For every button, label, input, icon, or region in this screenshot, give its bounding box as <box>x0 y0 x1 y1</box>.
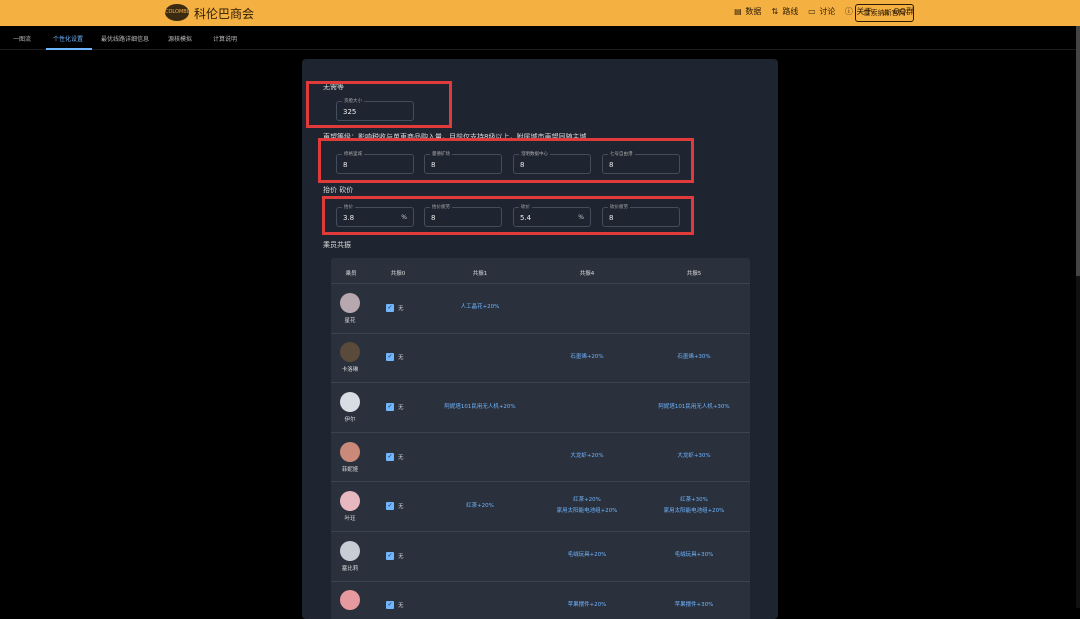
avatar <box>340 392 360 412</box>
res0-none-label: 无 <box>398 553 404 560</box>
resonance-cell-r4: 毛绒玩具+20% <box>567 552 607 559</box>
crew-name: 伊尔 <box>344 417 356 423</box>
resonance-cell-r5: 石墨烯+30% <box>677 353 711 360</box>
crew-name: 菲妮娅 <box>341 466 359 473</box>
resonance-cell-r5: 阿妮塔101民用无人机+30% <box>658 403 730 410</box>
res0-none-label: 无 <box>398 355 404 362</box>
tab-personal-settings[interactable]: 个性化设置 <box>53 34 83 43</box>
avatar <box>340 491 360 512</box>
resonance-cell-r4: 石墨烯+20% <box>570 353 604 360</box>
header-res5: 共振5 <box>686 271 702 277</box>
res0-none-label: 无 <box>398 405 404 411</box>
table-divider <box>331 431 750 433</box>
resonance-cell-r5: 红茶+30% 家用太阳能电池组+20% <box>663 497 725 515</box>
nav-label: 数据 <box>745 7 762 16</box>
table-divider <box>331 531 750 532</box>
resonance-cell-r4: 大龙虾+20% <box>570 453 604 460</box>
tab-best-route[interactable]: 最优线路详细信息 <box>101 34 149 43</box>
highlight-box-reputation <box>318 138 694 183</box>
table-divider <box>331 580 750 582</box>
nav-item-0[interactable]: ▤ 数据 <box>733 6 761 17</box>
res0-checkbox[interactable]: ✓ <box>386 502 394 511</box>
info-icon: ⓘ <box>844 7 853 16</box>
page-scrollbar[interactable] <box>1076 26 1080 608</box>
brand-logo[interactable]: COLOMBIA <box>165 4 192 21</box>
table-divider <box>331 481 750 483</box>
table-divider <box>331 382 750 384</box>
avatar <box>340 342 360 363</box>
res0-none-label: 无 <box>398 454 404 461</box>
highlight-box-bargain <box>322 196 694 235</box>
res0-checkbox[interactable]: ✓ <box>386 303 394 312</box>
crew-name: 星花 <box>344 317 356 324</box>
crew-name: 叶珏 <box>344 516 356 523</box>
res0-none-label: 无 <box>398 603 404 610</box>
tab-overview[interactable]: 一图流 <box>13 34 31 43</box>
res0-checkbox[interactable]: ✓ <box>386 403 394 411</box>
resonance-cell-r1: 红茶+20% <box>466 502 494 509</box>
route-icon: ⇅ <box>771 7 779 16</box>
res0-checkbox[interactable]: ✓ <box>386 551 394 560</box>
section-resonance-title: 乘员共振 <box>323 241 351 249</box>
active-tab-indicator <box>46 48 92 50</box>
avatar <box>340 441 360 462</box>
crew-name: 卡洛琳 <box>341 367 359 374</box>
brand-name[interactable]: 科伦巴商会 <box>194 5 254 22</box>
resonance-cell-r5: 毛绒玩具+30% <box>674 552 714 559</box>
scrollbar-thumb[interactable] <box>1076 26 1080 276</box>
avatar <box>340 292 360 313</box>
nav-label: 讨论 <box>819 7 836 16</box>
section-bargain-title: 抬价 砍价 <box>323 186 354 194</box>
resonance-cell-r1: 人工晶花+20% <box>460 304 500 311</box>
tab-core-sim[interactable]: 源核模拟 <box>168 34 192 43</box>
res0-checkbox[interactable]: ✓ <box>386 601 394 610</box>
resonance-cell-r5: 苹果摆件+30% <box>674 601 714 608</box>
header-res1: 共振1 <box>472 271 488 277</box>
res0-checkbox[interactable]: ✓ <box>386 353 394 362</box>
header-crew: 乘员 <box>345 271 357 277</box>
res0-none-label: 无 <box>398 305 404 312</box>
top-bar: COLOMBIA 科伦巴商会 ▤ 数据 ⇅ 路线 ▭ 讨论 ⓘ 关于 ◬ QQ群 雷索纳斯官网 <box>0 0 1080 26</box>
resonance-table: 乘员 共振0 共振1 共振4 共振5 星花 ✓ 无人工晶花+20% 卡洛琳 ✓ 无石墨烯+… <box>331 258 750 619</box>
header-res0: 共振0 <box>390 271 406 277</box>
resonance-cell-r5: 大龙虾+30% <box>677 453 711 460</box>
crew-name: 塞比莉 <box>341 565 359 572</box>
res0-checkbox[interactable]: ✓ <box>386 452 394 461</box>
nav-label: 路线 <box>782 7 799 16</box>
resonance-cell-r4: 红茶+20% 家用太阳能电池组+20% <box>556 497 618 515</box>
avatar <box>340 540 360 561</box>
table-divider <box>331 332 750 334</box>
tab-bar: 一图流 个性化设置 最优线路详细信息 源核模拟 计算说明 <box>0 26 1076 50</box>
database-icon: ▤ <box>734 7 742 16</box>
resonance-cell-r1: 阿妮塔101民用无人机+20% <box>444 403 516 410</box>
res0-none-label: 无 <box>398 504 404 511</box>
avatar <box>340 590 360 611</box>
nav-item-2[interactable]: ▭ 讨论 <box>807 6 835 17</box>
nav-item-1[interactable]: ⇅ 路线 <box>770 6 799 17</box>
table-divider <box>331 283 750 284</box>
resonance-cell-r4: 苹果摆件+20% <box>567 601 607 608</box>
official-site-button[interactable]: 雷索纳斯官网 <box>855 4 914 22</box>
tab-calc-notes[interactable]: 计算说明 <box>213 34 237 43</box>
header-res4: 共振4 <box>579 271 595 277</box>
chat-icon: ▭ <box>808 7 816 16</box>
highlight-box-cargo <box>306 81 452 128</box>
